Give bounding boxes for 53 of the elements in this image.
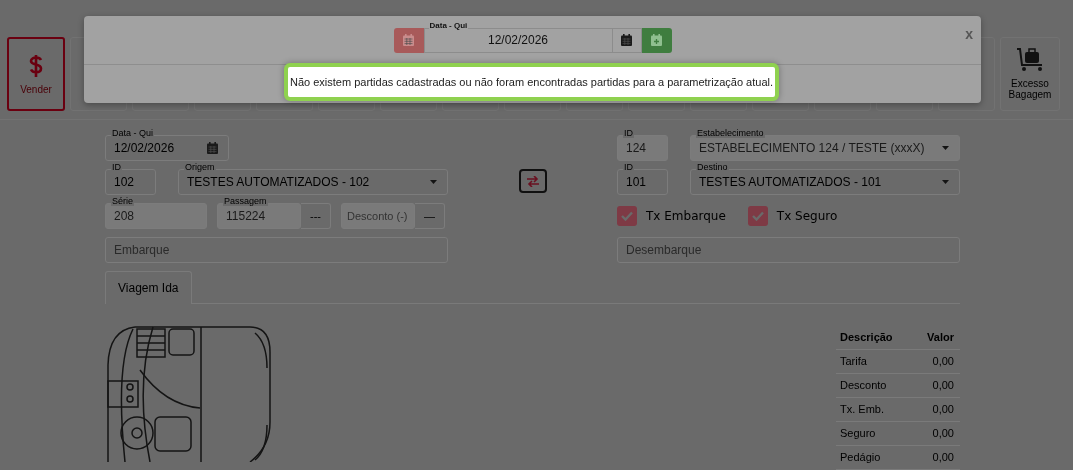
checkbox-label: Tx Seguro: [776, 209, 838, 223]
field-label: Data - Qui: [428, 20, 469, 30]
checkmark-icon: [751, 211, 764, 221]
toolbar-button[interactable]: Excesso Bagagem: [1000, 37, 1060, 111]
checkbox[interactable]: [617, 206, 637, 226]
calendar-button[interactable]: [612, 27, 642, 53]
table-cell: 0,00: [914, 397, 960, 422]
table-cell: 0,00: [914, 373, 960, 398]
close-button[interactable]: x: [965, 26, 973, 42]
checkmark-icon: [621, 211, 633, 221]
ticket-button[interactable]: ---: [301, 203, 331, 229]
field-label: Série: [111, 196, 134, 206]
table-cell: Pedágio: [836, 445, 914, 470]
table-cell: Desconto: [836, 373, 914, 398]
swap-button[interactable]: [518, 169, 547, 193]
calendar-minus-icon: [403, 34, 414, 46]
column-header: Valor: [914, 325, 960, 350]
field-label: Destino: [696, 162, 729, 172]
field-label: Passagem: [223, 196, 268, 206]
table-cell: Tarifa: [836, 349, 914, 374]
dollar-icon: [29, 53, 43, 78]
dropdown-caret-icon: [942, 146, 949, 150]
landing-field[interactable]: Desembarque: [617, 237, 960, 263]
column-header: Descrição: [836, 325, 914, 350]
table-cell: Tx. Emb.: [836, 397, 914, 422]
dropdown-caret-icon: [430, 180, 437, 184]
previous-day-button[interactable]: [393, 27, 424, 53]
field-label: Estabelecimento: [696, 128, 765, 138]
boarding-field[interactable]: Embarque: [105, 237, 448, 263]
destination-select[interactable]: TESTES AUTOMATIZADOS - 101: [690, 169, 960, 195]
calendar-plus-icon: [651, 34, 662, 46]
series-field[interactable]: 208: [105, 203, 207, 229]
luggage-cart-icon: [1016, 48, 1044, 72]
tab[interactable]: Viagem Ida: [105, 271, 192, 304]
table-cell: 0,00: [914, 445, 960, 470]
swap-arrows-icon: [526, 175, 539, 187]
dropdown-caret-icon: [942, 180, 949, 184]
toast-message: Não existem partidas cadastradas ou não foram encontradas partidas para a parametrização atual.: [284, 63, 779, 101]
field-label: ID: [111, 162, 122, 172]
id-field[interactable]: 101: [617, 169, 668, 195]
field-label: Origem: [184, 162, 216, 172]
calendar-icon: [621, 34, 632, 46]
toolbar-button[interactable]: Vender: [7, 37, 65, 111]
checkbox[interactable]: [747, 206, 768, 226]
calendar-icon: [207, 142, 218, 154]
table-cell: Seguro: [836, 421, 914, 446]
table-cell: 0,00: [914, 421, 960, 446]
field-label: Data - Qui: [111, 128, 154, 138]
id-field[interactable]: 102: [105, 169, 156, 195]
field-label: ID: [623, 128, 634, 138]
table-cell: 0,00: [914, 349, 960, 374]
field-label: ID: [623, 162, 634, 172]
checkbox-label: Tx Embarque: [646, 209, 726, 223]
